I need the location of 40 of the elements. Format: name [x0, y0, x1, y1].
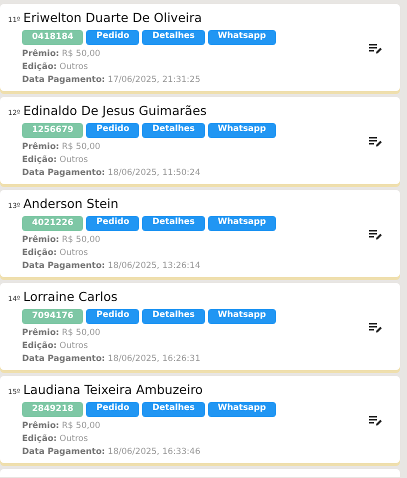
detail-line: Prêmio: R$ 50,00 [22, 326, 102, 340]
detail-line: Data Pagamento: 18/06/2025, 11:50:24 [22, 166, 202, 180]
order-button[interactable]: Pedido [86, 309, 140, 324]
detail-line: Edição: Outros [22, 246, 89, 260]
person-name: Anderson Stein [23, 195, 118, 214]
details-button[interactable]: Detalhes [142, 30, 205, 45]
person-name: Eriwelton Duarte De Oliveira [23, 9, 202, 28]
code-tag: 0418184 [22, 30, 84, 45]
code-tag: 1256679 [22, 123, 84, 138]
detail-line: Edição: Outros [22, 340, 89, 353]
details-button[interactable]: Detalhes [142, 402, 205, 417]
detail-line: Prêmio: R$ 50,00 [22, 140, 102, 154]
order-button[interactable]: Pedido [86, 30, 140, 45]
code-tag: 7094176 [22, 309, 84, 324]
detail-line: Data Pagamento: 18/06/2025, 16:33:46 [22, 446, 202, 459]
details-button[interactable]: Detalhes [142, 309, 205, 324]
order-button[interactable]: Pedido [86, 402, 140, 417]
whatsapp-button[interactable]: Whatsapp [208, 309, 276, 324]
person-name: Edinaldo De Jesus Guimarães [23, 102, 207, 120]
whatsapp-button[interactable]: Whatsapp [208, 30, 276, 45]
detail-line: Edição: Outros [22, 60, 89, 74]
details-button[interactable]: Detalhes [142, 216, 205, 231]
code-tag: 4021226 [22, 216, 84, 231]
detail-line: Edição: Outros [22, 432, 89, 446]
whatsapp-button[interactable]: Whatsapp [208, 402, 276, 417]
whatsapp-button[interactable]: Whatsapp [208, 216, 276, 231]
detail-line: Prêmio: R$ 50,00 [22, 234, 102, 247]
whatsapp-button[interactable]: Whatsapp [208, 123, 276, 138]
order-button[interactable]: Pedido [86, 123, 140, 138]
code-tag: 2849218 [22, 402, 84, 417]
detail-line: Prêmio: R$ 50,00 [22, 48, 102, 61]
detail-line: Data Pagamento: 18/06/2025, 16:26:31 [22, 352, 202, 366]
person-name: Lorraine Carlos [23, 288, 118, 306]
detail-line: Data Pagamento: 18/06/2025, 13:26:14 [22, 260, 202, 273]
detail-line: Edição: Outros [22, 154, 89, 167]
detail-line: Prêmio: R$ 50,00 [22, 420, 102, 433]
detail-line: Data Pagamento: 17/06/2025, 21:31:25 [22, 74, 202, 87]
order-button[interactable]: Pedido [86, 216, 140, 231]
person-name: Laudiana Teixeira Ambuzeiro [23, 381, 203, 400]
details-button[interactable]: Detalhes [142, 123, 205, 138]
